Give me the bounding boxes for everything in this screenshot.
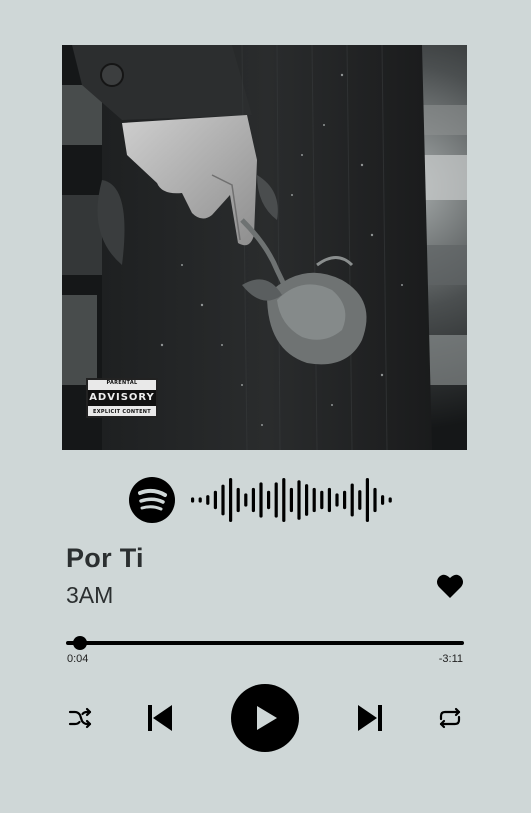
advisory-bottom-text: EXPLICIT CONTENT <box>93 409 151 415</box>
spotify-code-bar <box>297 480 301 520</box>
spotify-code-bar <box>267 490 271 510</box>
spotify-code-bar <box>327 487 331 513</box>
advisory-main-text: ADVISORY <box>88 390 156 406</box>
progress-handle[interactable] <box>72 636 87 650</box>
spotify-code-bar <box>343 490 347 510</box>
spotify-code-bar <box>251 487 255 513</box>
album-cover: PARENTAL ADVISORY EXPLICIT CONTENT <box>62 45 467 450</box>
spotify-code-bar <box>236 487 240 513</box>
parental-advisory-label: PARENTAL ADVISORY EXPLICIT CONTENT <box>86 378 158 418</box>
spotify-code-bar <box>229 478 233 522</box>
track-title: Por Ti <box>66 543 144 573</box>
spotify-code-bar <box>206 495 210 505</box>
spotify-code-bar <box>312 487 316 513</box>
repeat-icon[interactable] <box>437 705 463 731</box>
spotify-code-bar <box>282 478 286 522</box>
skip-previous-icon[interactable] <box>146 703 174 733</box>
advisory-top-text: PARENTAL <box>106 380 138 386</box>
spotify-player-card: PARENTAL ADVISORY EXPLICIT CONTENT Por T… <box>0 0 531 813</box>
spotify-code-bar <box>358 490 362 510</box>
spotify-code-bar <box>320 490 324 510</box>
spotify-code-bar <box>259 482 263 518</box>
skip-next-icon[interactable] <box>356 703 384 733</box>
track-artist: 3AM <box>66 582 114 608</box>
spotify-code[interactable] <box>129 476 401 524</box>
spotify-code-bar <box>335 493 339 507</box>
spotify-code-bar <box>221 484 225 516</box>
spotify-logo-icon <box>129 477 175 523</box>
spotify-code-bar <box>373 487 377 513</box>
progress-bar[interactable] <box>66 636 464 650</box>
spotify-code-bars <box>191 478 392 522</box>
spotify-code-bar <box>381 495 385 505</box>
play-button[interactable] <box>231 684 299 752</box>
spotify-code-bar <box>244 493 248 507</box>
play-icon <box>257 706 277 730</box>
spotify-code-bar <box>198 497 202 503</box>
spotify-code-bar <box>289 487 293 513</box>
spotify-code-bar <box>305 484 309 516</box>
spotify-code-bar <box>274 482 278 518</box>
spotify-code-bar <box>365 478 369 522</box>
spotify-code-bar <box>350 483 354 517</box>
like-heart-icon[interactable] <box>436 573 464 599</box>
elapsed-time: 0:04 <box>67 653 89 665</box>
remaining-time: -3:11 <box>438 653 463 665</box>
shuffle-icon[interactable] <box>67 705 93 731</box>
spotify-code-bar <box>191 497 195 503</box>
spotify-code-bar <box>388 497 392 503</box>
spotify-code-bar <box>213 490 217 510</box>
